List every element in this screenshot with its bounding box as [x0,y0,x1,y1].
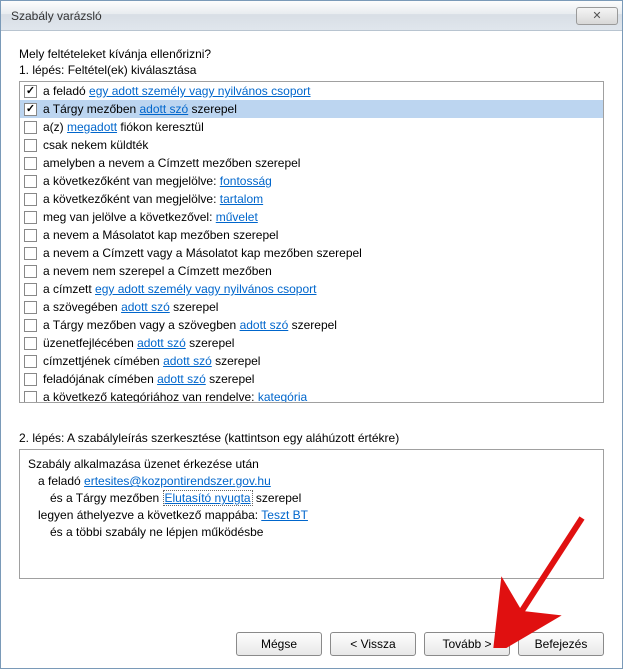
condition-text: a(z) megadott fiókon keresztül [43,119,204,135]
desc-line-move: legyen áthelyezve a következő mappába: T… [28,507,595,524]
cancel-button[interactable]: Mégse [236,632,322,656]
finish-button[interactable]: Befejezés [518,632,604,656]
close-icon: ✕ [592,9,601,22]
condition-checkbox[interactable] [24,121,37,134]
condition-row[interactable]: címzettjének címében adott szó szerepel [20,352,603,370]
condition-text: üzenetfejlécében adott szó szerepel [43,335,234,351]
condition-link[interactable]: megadott [67,120,117,134]
condition-checkbox[interactable] [24,175,37,188]
button-row: Mégse < Vissza Tovább > Befejezés [1,620,622,668]
condition-checkbox[interactable] [24,355,37,368]
condition-link[interactable]: művelet [216,210,258,224]
condition-checkbox[interactable] [24,193,37,206]
window-title: Szabály varázsló [11,9,576,23]
rules-wizard-window: Szabály varázsló ✕ Mely feltételeket kív… [0,0,623,669]
desc-line-apply: Szabály alkalmazása üzenet érkezése után [28,456,595,473]
condition-link[interactable]: adott szó [240,318,289,332]
condition-row[interactable]: a nevem nem szerepel a Címzett mezőben [20,262,603,280]
condition-link[interactable]: adott szó [121,300,170,314]
condition-row[interactable]: a(z) megadott fiókon keresztül [20,118,603,136]
condition-text: feladójának címében adott szó szerepel [43,371,254,387]
rule-description-box: Szabály alkalmazása üzenet érkezése után… [19,449,604,579]
condition-row[interactable]: a következőként van megjelölve: fontossá… [20,172,603,190]
condition-row[interactable]: feladójának címében adott szó szerepel [20,370,603,388]
condition-checkbox[interactable] [24,103,37,116]
condition-row[interactable]: a Tárgy mezőben adott szó szerepel [20,100,603,118]
condition-checkbox[interactable] [24,265,37,278]
condition-text: csak nekem küldték [43,137,148,153]
step2-label: 2. lépés: A szabályleírás szerkesztése (… [19,431,604,445]
sender-link[interactable]: ertesites@kozpontirendszer.gov.hu [84,474,271,488]
condition-checkbox[interactable] [24,229,37,242]
condition-link[interactable]: adott szó [157,372,206,386]
condition-row[interactable]: a nevem a Címzett vagy a Másolatot kap m… [20,244,603,262]
subject-words-link[interactable]: Elutasító nyugta [163,490,253,506]
condition-checkbox[interactable] [24,373,37,386]
condition-text: amelyben a nevem a Címzett mezőben szere… [43,155,300,171]
condition-row[interactable]: amelyben a nevem a Címzett mezőben szere… [20,154,603,172]
condition-checkbox[interactable] [24,157,37,170]
condition-link[interactable]: adott szó [137,336,186,350]
condition-row[interactable]: a következőként van megjelölve: tartalom [20,190,603,208]
condition-checkbox[interactable] [24,301,37,314]
condition-checkbox[interactable] [24,391,37,404]
condition-list[interactable]: a feladó egy adott személy vagy nyilváno… [19,81,604,403]
condition-text: a Tárgy mezőben adott szó szerepel [43,101,237,117]
condition-text: a következőként van megjelölve: fontossá… [43,173,272,189]
prompt-text: Mely feltételeket kívánja ellenőrizni? [19,47,604,61]
desc-line-from: a feladó ertesites@kozpontirendszer.gov.… [28,473,595,490]
target-folder-link[interactable]: Teszt BT [261,508,308,522]
condition-row[interactable]: a nevem a Másolatot kap mezőben szerepel [20,226,603,244]
condition-link[interactable]: egy adott személy vagy nyilvános csoport [89,84,310,98]
condition-checkbox[interactable] [24,247,37,260]
condition-row[interactable]: a feladó egy adott személy vagy nyilváno… [20,82,603,100]
condition-link[interactable]: kategória [258,390,307,403]
condition-row[interactable]: üzenetfejlécében adott szó szerepel [20,334,603,352]
condition-checkbox[interactable] [24,211,37,224]
desc-line-stop: és a többi szabály ne lépjen működésbe [28,524,595,541]
condition-text: a címzett egy adott személy vagy nyilván… [43,281,316,297]
condition-link[interactable]: egy adott személy vagy nyilvános csoport [95,282,316,296]
condition-link[interactable]: tartalom [220,192,263,206]
condition-text: a feladó egy adott személy vagy nyilváno… [43,83,311,99]
titlebar: Szabály varázsló ✕ [1,1,622,31]
condition-text: a következőként van megjelölve: tartalom [43,191,263,207]
condition-checkbox[interactable] [24,337,37,350]
condition-text: meg van jelölve a következővel: művelet [43,209,258,225]
step1-label: 1. lépés: Feltétel(ek) kiválasztása [19,63,604,77]
condition-text: a nevem a Címzett vagy a Másolatot kap m… [43,245,362,261]
close-button[interactable]: ✕ [576,7,618,25]
condition-link[interactable]: fontosság [220,174,272,188]
condition-text: a Tárgy mezőben vagy a szövegben adott s… [43,317,337,333]
condition-checkbox[interactable] [24,85,37,98]
condition-text: címzettjének címében adott szó szerepel [43,353,260,369]
condition-row[interactable]: csak nekem küldték [20,136,603,154]
desc-line-subject: és a Tárgy mezőben Elutasító nyugta szer… [28,490,595,507]
condition-link[interactable]: adott szó [163,354,212,368]
condition-text: a következő kategóriához van rendelve: k… [43,389,307,403]
condition-checkbox[interactable] [24,283,37,296]
condition-row[interactable]: a Tárgy mezőben vagy a szövegben adott s… [20,316,603,334]
dialog-content: Mely feltételeket kívánja ellenőrizni? 1… [1,31,622,591]
condition-link[interactable]: adott szó [140,102,189,116]
condition-row[interactable]: meg van jelölve a következővel: művelet [20,208,603,226]
condition-row[interactable]: a következő kategóriához van rendelve: k… [20,388,603,403]
condition-text: a nevem a Másolatot kap mezőben szerepel [43,227,278,243]
condition-text: a szövegében adott szó szerepel [43,299,218,315]
condition-checkbox[interactable] [24,319,37,332]
condition-text: a nevem nem szerepel a Címzett mezőben [43,263,272,279]
next-button[interactable]: Tovább > [424,632,510,656]
back-button[interactable]: < Vissza [330,632,416,656]
condition-row[interactable]: a címzett egy adott személy vagy nyilván… [20,280,603,298]
condition-checkbox[interactable] [24,139,37,152]
condition-row[interactable]: a szövegében adott szó szerepel [20,298,603,316]
